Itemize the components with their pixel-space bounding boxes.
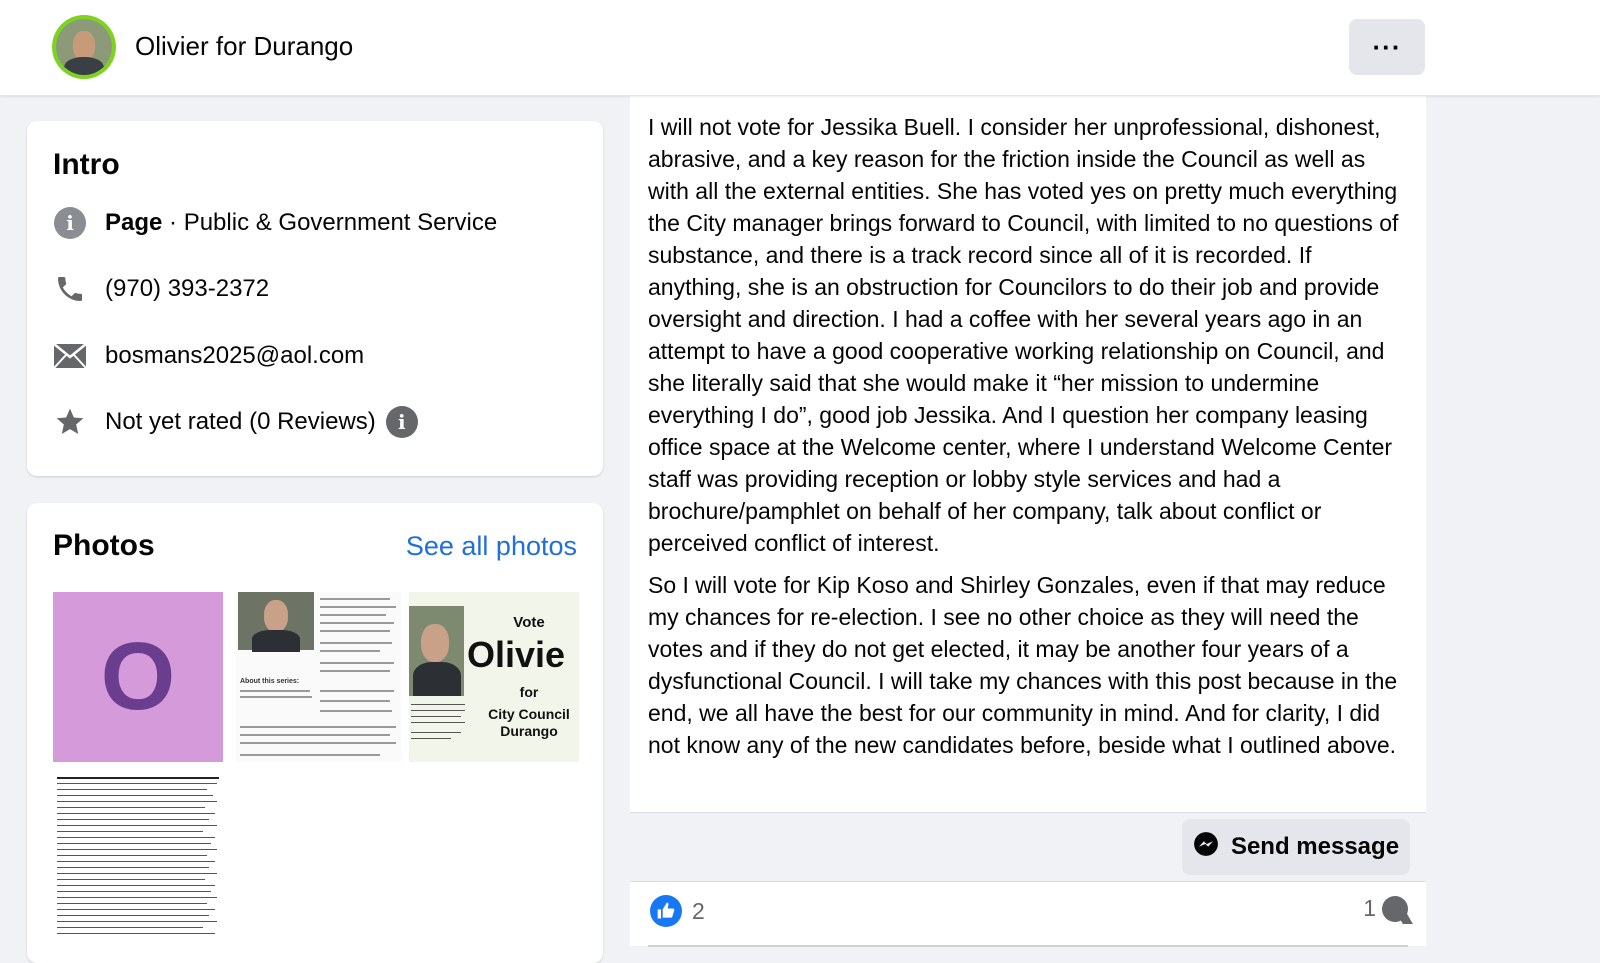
rating-text: Not yet rated (0 Reviews) [105,408,376,435]
comment-icon [1382,895,1408,922]
news-portrait [238,592,314,652]
page-avatar[interactable] [52,15,116,79]
photo-thumb-vote-flyer[interactable]: Vote Olivie for City Council Durango [409,592,579,762]
intro-category-row: i Page · Public & Government Service [53,206,497,240]
post-divider [648,945,1408,947]
flyer-for: for [519,684,539,700]
intro-title: Intro [53,148,120,181]
photo-thumb-budget-table[interactable] [53,773,223,943]
messenger-icon [1193,831,1219,864]
news-heading: About this series: [240,678,300,685]
star-icon [53,405,87,439]
phone-icon [53,272,87,306]
post-paragraph-1: I will not vote for Jessika Buell. I con… [648,114,1399,556]
flyer-name: Olivie [467,634,566,675]
post-body: I will not vote for Jessika Buell. I con… [648,111,1408,771]
comment-count: 1 [1363,895,1376,921]
flyer-line1: City Council [488,706,570,722]
category-value: · Public & Government Service [162,209,498,236]
email-address[interactable]: bosmans2025@aol.com [105,342,364,370]
phone-number[interactable]: (970) 393-2372 [105,275,269,303]
like-icon [650,895,682,927]
info-icon: i [54,207,86,239]
thumb-letter: O [100,623,176,730]
photos-card: Photos See all photos O About this serie… [27,503,603,963]
photo-thumb-profile-letter[interactable]: O [53,592,223,762]
send-message-bar: Send message [630,812,1426,882]
page-header: Olivier for Durango ··· [0,0,1600,96]
reaction-summary[interactable]: 2 [650,895,705,927]
more-options-button[interactable]: ··· [1349,19,1425,75]
flyer-portrait [409,606,464,696]
envelope-icon [53,339,87,373]
intro-email-row: bosmans2025@aol.com [53,339,364,373]
more-icon: ··· [1372,31,1402,62]
page-title[interactable]: Olivier for Durango [135,31,353,62]
comment-summary[interactable]: 1 [1363,895,1408,922]
avatar-photo [56,19,112,75]
flyer-vote: Vote [513,614,545,631]
intro-card: Intro i Page · Public & Government Servi… [27,121,603,476]
send-message-label: Send message [1230,833,1400,860]
photo-thumb-news-article[interactable]: About this series: [236,592,401,762]
post-paragraph-2: So I will vote for Kip Koso and Shirley … [648,572,1398,758]
post-card: I will not vote for Jessika Buell. I con… [630,95,1426,947]
flyer-line2: Durango [500,723,558,739]
send-message-button[interactable]: Send message [1182,819,1410,875]
photos-title: Photos [53,529,155,562]
intro-phone-row: (970) 393-2372 [53,272,269,306]
category-label: Page [105,209,163,236]
like-count: 2 [692,897,705,924]
intro-rating-row: Not yet rated (0 Reviews) i [53,405,418,439]
rating-info-icon[interactable]: i [385,406,418,438]
see-all-photos-link[interactable]: See all photos [406,531,577,562]
